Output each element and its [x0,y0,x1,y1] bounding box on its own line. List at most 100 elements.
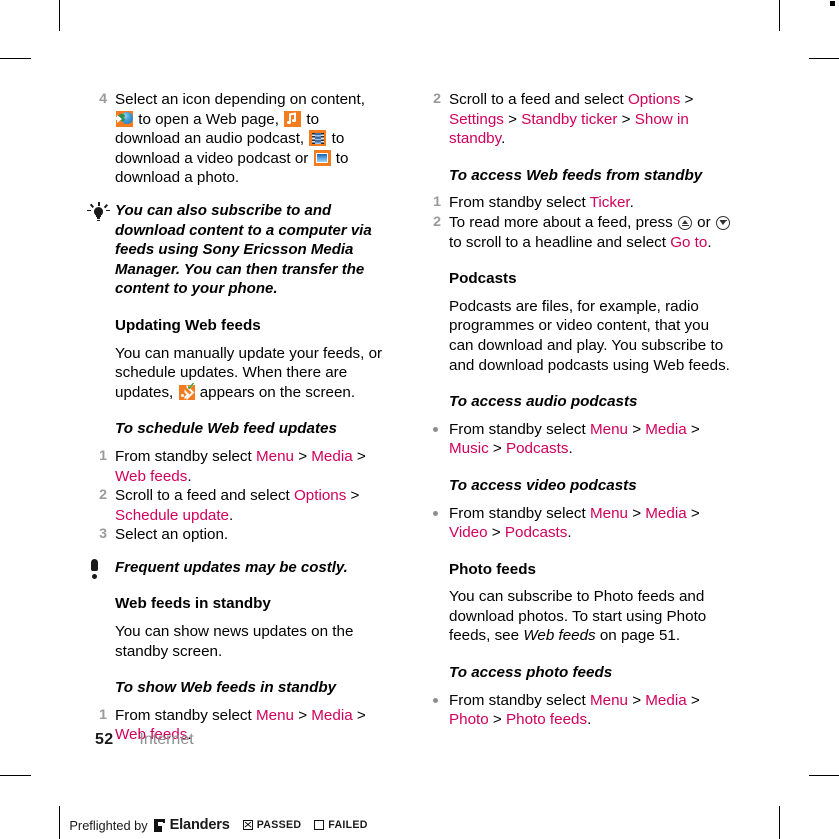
exclamation-icon [85,558,111,580]
menu-path-item: Media [645,420,687,438]
step-item: 3 Select an option. [85,525,385,545]
plain-text: . [568,440,573,458]
menu-path-item: Menu [589,504,628,522]
step-text: Select an option. [115,526,228,543]
plain-text: . [187,467,192,485]
plain-text: > [487,524,505,542]
step-number: 2 [433,213,441,230]
menu-path-item: Media [645,504,687,522]
step-number: 4 [99,91,107,107]
plain-text: . [229,506,234,524]
step-number: 2 [433,91,441,107]
step-text: Scroll to a feed and select Options > Sc… [115,487,359,524]
plain-text: > [293,706,312,724]
preflight-failed-label: FAILED [328,819,368,831]
plain-text: > [352,706,366,724]
bullet-step-item: From standby select Menu > Media > Video… [419,504,734,543]
step-text: From standby select Menu > Media > Web f… [115,448,366,485]
plain-text: > [627,420,646,438]
step-item: 2 Scroll to a feed and select Options > S… [85,486,385,525]
step-text: From standby select Menu > Media > Photo… [449,692,700,729]
section-heading-web-feeds-in-standby: Web feeds in standby [115,595,271,613]
menu-path-item: Settings [449,110,504,128]
video-podcast-icon [309,130,327,147]
step-number: 1 [99,447,107,464]
navigation-key-down-icon [715,215,730,230]
menu-path-item: Ticker [589,194,630,212]
cross-reference-web-feeds: Web feeds [523,627,596,645]
preflight-failed-checkbox[interactable]: FAILED [314,819,367,831]
section-heading-podcasts: Podcasts [449,270,517,288]
plain-text: > [503,110,522,128]
step-number: 1 [433,194,441,211]
plain-text: . [501,130,506,148]
bullet-dot [433,698,438,704]
plain-text: > [686,691,700,709]
menu-path-item: Media [311,447,353,465]
elanders-logo-icon [153,818,166,832]
note-text: Frequent updates may be costly. [115,558,348,576]
podcasts-body: Podcasts are files, for example, radio p… [449,297,730,374]
crop-mark-top-left-vertical [59,0,61,31]
menu-path-item: Web feeds [115,467,188,485]
crop-mark-top-right-vertical [779,0,781,31]
menu-path-item: Menu [255,706,294,724]
menu-path-item: Media [311,706,353,724]
page-number: 52 [95,731,114,748]
plain-text: > [617,110,635,128]
step-text: From standby select Ticker. [449,194,634,211]
plain-text: . [567,524,572,542]
menu-path-item: Podcasts [504,524,568,542]
menu-path-item: Photo [449,711,489,729]
plain-text: From standby select [449,691,590,709]
plain-text: Scroll to a feed and select [115,487,294,505]
menu-path-item: Menu [255,447,294,465]
plain-text: > [293,447,312,465]
lightbulb-icon [85,201,111,223]
registration-square-mark [830,1,835,6]
plain-text: > [686,504,700,522]
step-text: From standby select Menu > Media > Video… [449,505,700,542]
menu-path-item: Standby ticker [521,110,618,128]
menu-path-item: Options [293,487,347,505]
plain-text: Select an option. [115,526,229,544]
preflight-passed-checkbox[interactable]: PASSED [242,819,302,831]
plain-text: From standby select [115,706,256,724]
preflight-brand: Elanders [169,817,230,833]
step-item: 1 From standby select Ticker. [419,193,734,213]
step-item: 2 To read more about a feed, press or to… [419,213,734,252]
step-item: 1 From standby select Menu > Media > Web … [85,447,385,486]
preflight-prefix: Preflighted by [69,817,148,833]
step-item: 2 Scroll to a feed and select Options > … [419,90,734,149]
crop-mark-top-right-horizontal [809,58,839,60]
tip-text: You can also subscribe to and download c… [115,201,372,298]
tip-callout: You can also subscribe to and download c… [85,201,385,299]
plain-text: > [627,691,646,709]
procedure-heading-schedule-web-feed-updates: To schedule Web feed updates [115,420,337,438]
bullet-dot [433,511,438,516]
plain-text: > [627,504,646,522]
plain-text: Scroll to a feed and select [449,91,628,108]
bullet-step-item: From standby select Menu > Media > Photo… [419,691,734,730]
audio-podcast-icon [284,110,302,127]
checkbox-checked-icon[interactable] [242,820,253,830]
photo-icon [313,149,331,166]
menu-path-item: Video [449,524,488,542]
left-column: 4 Select an icon depending on content, t… [85,90,385,745]
step-text: From standby select Menu > Media > Music… [449,421,700,458]
checkbox-unchecked-icon[interactable] [314,820,325,830]
plain-text: . [629,194,634,212]
plain-text: > [488,711,507,729]
plain-text: > [686,420,700,438]
crop-mark-bottom-left-horizontal [0,775,31,777]
plain-text: From standby select [449,420,590,438]
document-page: 4 Select an icon depending on content, t… [0,0,839,839]
menu-path-item: Media [645,691,687,709]
web-page-icon [116,110,133,127]
step-number: 1 [99,706,107,723]
procedure-heading-access-photo-feeds: To access photo feeds [449,664,613,682]
rss-update-icon: ✓ [178,381,196,400]
procedure-heading-access-web-feeds-from-standby: To access Web feeds from standby [449,166,703,184]
preflight-bar: Preflighted by Elanders PASSED FAILED [59,812,368,838]
right-column: 2 Scroll to a feed and select Options > … [419,90,734,730]
